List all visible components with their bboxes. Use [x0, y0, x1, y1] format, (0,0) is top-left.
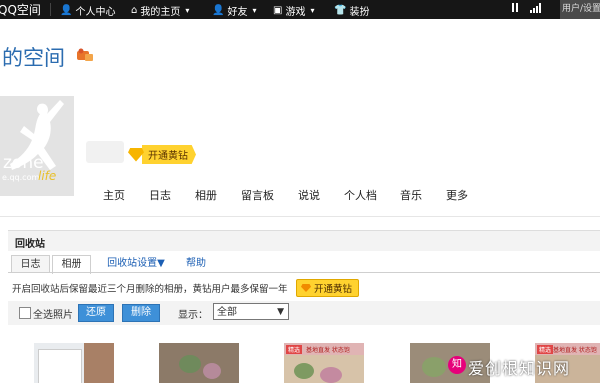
- nav-dressup[interactable]: 👕 装扮: [334, 3, 369, 18]
- chevron-down-icon: ▾: [185, 6, 190, 15]
- nav-home[interactable]: 主页: [103, 187, 125, 203]
- avatar-life-text: life: [38, 169, 57, 183]
- chevron-down-icon: ▾: [252, 6, 257, 15]
- nav-music[interactable]: 音乐: [400, 187, 422, 203]
- chevron-down-icon: ▾: [310, 6, 315, 15]
- photo-thumbnail[interactable]: 精选 基地直发 状态饱: [284, 343, 364, 383]
- tab-blog[interactable]: 日志: [11, 255, 50, 273]
- open-yellow-diamond-button[interactable]: 开通黄钻: [296, 279, 360, 297]
- diamond-icon: [301, 284, 311, 292]
- space-title: 的空间: [2, 46, 65, 70]
- divider: [50, 3, 51, 16]
- photo-thumbnail[interactable]: [34, 343, 114, 383]
- display-label: 显示：: [178, 310, 208, 321]
- nav-friends[interactable]: 👤 好友 ▾: [212, 3, 256, 18]
- person-icon: 👤: [60, 5, 73, 16]
- nav-guestbook[interactable]: 留言板: [241, 187, 274, 203]
- recycle-notice: 开启回收站后保留最近三个月删除的相册，黄钻用户最多保留一年: [12, 284, 288, 295]
- signal-icon[interactable]: [530, 3, 541, 13]
- nav-my-homepage[interactable]: ⌂ 我的主页 ▾: [131, 3, 189, 18]
- restore-button[interactable]: 还原: [78, 304, 114, 322]
- recycle-bin-header: 回收站: [8, 230, 600, 251]
- display-filter-select[interactable]: 全部 ▼: [213, 303, 289, 320]
- photo-thumbnail[interactable]: [159, 343, 239, 383]
- chevron-down-icon: ▼: [277, 307, 284, 317]
- watermark: 爱创根知识网: [468, 359, 571, 378]
- diamond-icon: [128, 147, 144, 162]
- nav-games[interactable]: ▣ 游戏 ▾: [273, 3, 314, 18]
- delete-button[interactable]: 删除: [122, 304, 160, 322]
- tab-help[interactable]: 帮助: [183, 255, 209, 272]
- pause-icon[interactable]: [512, 3, 518, 12]
- qzone-logo[interactable]: QQ空间: [0, 1, 41, 18]
- nav-album[interactable]: 相册: [195, 187, 217, 203]
- top-bar: QQ空间 👤 个人中心 ⌂ 我的主页 ▾ 👤 好友 ▾ ▣ 游戏 ▾ 👕 装扮 …: [0, 0, 600, 19]
- select-all-label: 全选照片: [33, 310, 73, 321]
- gamepad-icon: ▣: [273, 5, 283, 16]
- nav-blog[interactable]: 日志: [149, 187, 171, 203]
- select-all-checkbox[interactable]: [19, 307, 31, 319]
- section-divider: [0, 216, 600, 217]
- username-blurred: [86, 141, 124, 163]
- nav-shuoshuo[interactable]: 说说: [298, 187, 320, 203]
- home-icon: ⌂: [131, 5, 138, 16]
- space-level-icon[interactable]: [76, 48, 94, 62]
- user-settings-menu[interactable]: 用户/设置: [560, 0, 600, 19]
- nav-personal-center[interactable]: 👤 个人中心: [60, 3, 115, 18]
- nav-profile[interactable]: 个人档: [344, 187, 377, 203]
- avatar-url-text: e.qq.com: [2, 173, 40, 182]
- tabs-underline: [8, 272, 600, 273]
- friends-icon: 👤: [212, 5, 225, 16]
- shirt-icon: 👕: [334, 5, 347, 16]
- watermark-logo-icon: 知: [448, 356, 466, 374]
- nav-more[interactable]: 更多: [446, 187, 468, 203]
- open-yellow-diamond-badge[interactable]: 开通黄钻: [128, 145, 196, 164]
- tab-recycle-settings[interactable]: 回收站设置▼: [106, 255, 166, 272]
- avatar[interactable]: zone e.qq.com life: [0, 96, 74, 196]
